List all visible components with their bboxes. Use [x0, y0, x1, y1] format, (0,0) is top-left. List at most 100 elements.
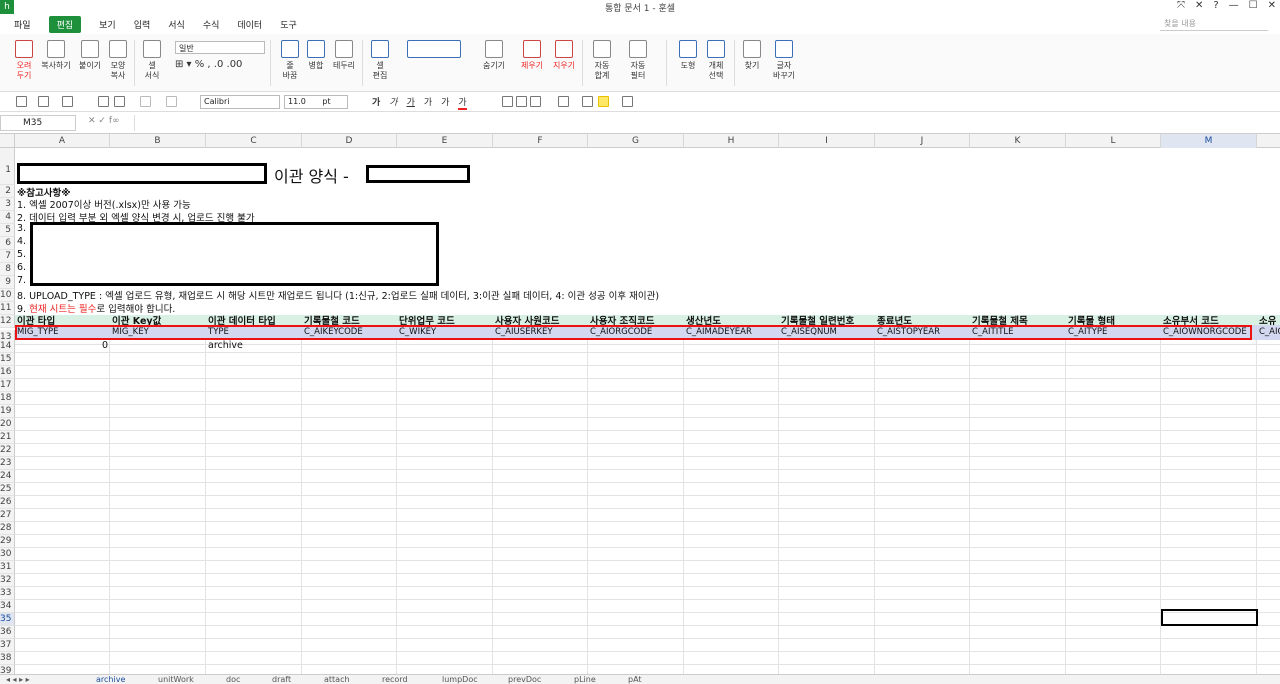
function-icon[interactable]: ✕ ✓ f∞: [88, 116, 119, 126]
border-button[interactable]: 테두리: [328, 40, 360, 71]
row-header[interactable]: 11: [0, 302, 15, 315]
menu-format[interactable]: 서식: [168, 18, 185, 31]
column-header-g[interactable]: G: [588, 134, 684, 148]
menu-data[interactable]: 데이터: [237, 18, 262, 31]
fill-color-icon[interactable]: [598, 96, 609, 107]
fullscreen-icon[interactable]: ⤧: [1177, 0, 1185, 11]
row-header[interactable]: 4: [0, 211, 15, 224]
menu-formula[interactable]: 수식: [203, 18, 220, 31]
align-right-icon[interactable]: [530, 96, 541, 107]
column-header-k[interactable]: K: [970, 134, 1066, 148]
row-header[interactable]: 36: [0, 626, 15, 639]
row-header[interactable]: 15: [0, 353, 15, 366]
close-icon[interactable]: ✕: [1268, 0, 1276, 11]
align-center-icon[interactable]: [516, 96, 527, 107]
row-header[interactable]: 1: [0, 148, 15, 185]
row-header[interactable]: 3: [0, 198, 15, 211]
font-select[interactable]: Calibri: [200, 95, 280, 109]
column-header-a[interactable]: A: [15, 134, 110, 148]
select-all-corner[interactable]: [0, 134, 15, 148]
menu-view[interactable]: 보기: [99, 18, 116, 31]
row-header[interactable]: 9: [0, 276, 15, 289]
column-header-e[interactable]: E: [397, 134, 493, 148]
tab-doc[interactable]: doc: [226, 675, 240, 684]
row-header[interactable]: 34: [0, 600, 15, 613]
row-header[interactable]: 30: [0, 548, 15, 561]
row-header[interactable]: 28: [0, 522, 15, 535]
field-name-cell[interactable]: C_AIO: [1259, 327, 1280, 337]
hide-button[interactable]: 숨기기: [478, 40, 510, 71]
help-icon[interactable]: ?: [1213, 0, 1218, 11]
tab-nav-arrows[interactable]: ◂ ◂ ▸ ▸: [6, 675, 30, 684]
menu-tools[interactable]: 도구: [280, 18, 297, 31]
row-header[interactable]: 6: [0, 237, 15, 250]
row-header[interactable]: 37: [0, 639, 15, 652]
tab-prevdoc[interactable]: prevDoc: [508, 675, 541, 684]
row-header[interactable]: 29: [0, 535, 15, 548]
new-doc-icon[interactable]: [16, 96, 27, 107]
row-header[interactable]: 27: [0, 509, 15, 522]
tab-draft[interactable]: draft: [272, 675, 291, 684]
replace-button[interactable]: 글자 바꾸기: [764, 40, 804, 81]
cell-c14[interactable]: archive: [208, 340, 243, 351]
object-select-button[interactable]: 개체 선택: [700, 40, 732, 81]
insert-delete-group[interactable]: [404, 40, 464, 61]
column-header-m[interactable]: M: [1161, 134, 1257, 148]
row-header[interactable]: 8: [0, 263, 15, 276]
row-header[interactable]: 23: [0, 457, 15, 470]
row-header[interactable]: 14: [0, 340, 15, 353]
cut-button[interactable]: 오려 두기: [8, 40, 40, 81]
tab-archive[interactable]: archive: [96, 675, 125, 684]
cell-edit-button[interactable]: 셀 편집: [364, 40, 396, 81]
row-header[interactable]: 25: [0, 483, 15, 496]
tab-record[interactable]: record: [382, 675, 408, 684]
column-header-b[interactable]: B: [110, 134, 206, 148]
number-format-buttons[interactable]: ⊞ ▾ % , .0 .00: [175, 59, 242, 70]
row-header[interactable]: 39: [0, 665, 15, 674]
row-header[interactable]: 31: [0, 561, 15, 574]
undo-icon[interactable]: [140, 96, 151, 107]
row-header[interactable]: 5: [0, 224, 15, 237]
selected-cell-m35[interactable]: [1161, 609, 1258, 626]
column-header-n[interactable]: [1257, 134, 1280, 148]
autosum-button[interactable]: 자동 합계: [586, 40, 618, 81]
column-header-i[interactable]: I: [779, 134, 875, 148]
row-header[interactable]: 20: [0, 418, 15, 431]
name-box[interactable]: M35: [0, 115, 76, 131]
cell-a14[interactable]: 0: [15, 340, 108, 351]
number-format-select[interactable]: 일반: [175, 41, 265, 54]
tab-attach[interactable]: attach: [324, 675, 350, 684]
formula-input[interactable]: [134, 115, 1274, 131]
italic-button[interactable]: 가: [389, 95, 397, 110]
row-header[interactable]: 12: [0, 315, 15, 328]
row-header[interactable]: 7: [0, 250, 15, 263]
align-left-icon[interactable]: [502, 96, 513, 107]
row-header[interactable]: 10: [0, 289, 15, 302]
open-folder-icon[interactable]: [38, 96, 49, 107]
row-header[interactable]: 17: [0, 379, 15, 392]
column-header-j[interactable]: J: [875, 134, 970, 148]
column-header-l[interactable]: L: [1066, 134, 1161, 148]
column-header-f[interactable]: F: [493, 134, 588, 148]
menu-edit[interactable]: 편집: [48, 15, 82, 33]
minimize-icon[interactable]: —: [1229, 0, 1239, 11]
redo-icon[interactable]: [166, 96, 177, 107]
column-header-d[interactable]: D: [302, 134, 397, 148]
preview-icon[interactable]: [114, 96, 125, 107]
tab-pat[interactable]: pAt: [628, 675, 642, 684]
row-header[interactable]: 16: [0, 366, 15, 379]
cell-format-button[interactable]: 셀 서식: [136, 40, 168, 81]
print-icon[interactable]: [98, 96, 109, 107]
font-size-select[interactable]: 11.0 pt: [284, 95, 348, 109]
clear-button[interactable]: 지우기: [548, 40, 580, 71]
row-header[interactable]: 35: [0, 613, 15, 626]
column-header-h[interactable]: H: [684, 134, 779, 148]
row-header[interactable]: 21: [0, 431, 15, 444]
highlight-button[interactable]: 가: [441, 95, 449, 110]
underline-button[interactable]: 가: [407, 95, 415, 110]
pattern-icon[interactable]: [622, 96, 633, 107]
strike-button[interactable]: 가: [424, 95, 432, 110]
row-header[interactable]: 2: [0, 185, 15, 198]
row-header[interactable]: 38: [0, 652, 15, 665]
menu-insert[interactable]: 입력: [134, 18, 151, 31]
